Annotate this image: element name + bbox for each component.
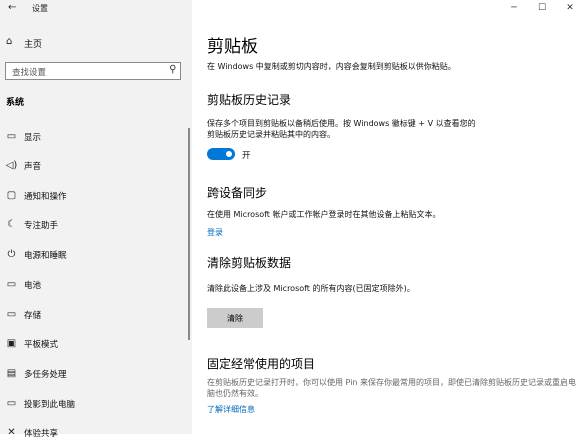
sync-description: 在使用 Microsoft 帐户或工作帐户登录时在其他设备上粘贴文本。 xyxy=(207,210,441,219)
sound-icon: ◁) xyxy=(5,160,18,171)
sign-in-link[interactable]: 登录 xyxy=(207,227,223,238)
history-toggle[interactable] xyxy=(207,148,235,160)
history-toggle-state: 开 xyxy=(242,151,251,161)
app-title: 设置 xyxy=(32,4,48,13)
battery-icon: ▭ xyxy=(6,279,17,290)
section-heading: 系统 xyxy=(6,98,25,108)
sidebar-item-label: 专注助手 xyxy=(24,221,59,231)
sidebar-item-label: 存储 xyxy=(24,311,42,321)
sidebar-item-multitasking[interactable]: ▤ 多任务处理 xyxy=(0,363,188,385)
intro-text: 在 Windows 中复制或剪切内容时，内容会复制到剪贴板以供你粘贴。 xyxy=(207,62,456,71)
shared-experiences-icon: ✕ xyxy=(7,427,16,438)
sidebar-item-storage[interactable]: ▭ 存储 xyxy=(0,304,188,326)
pinned-description: 在剪贴板历史记录打开时，你可以使用 Pin 来保存你最常用的项目，即使已清除剪贴… xyxy=(207,378,577,398)
sidebar-item-tablet-mode[interactable]: ▣ 平板模式 xyxy=(0,333,188,355)
focus-assist-icon: ☾ xyxy=(7,219,16,230)
sidebar-item-projecting[interactable]: ▭ 投影到此电脑 xyxy=(0,393,188,415)
sidebar-scrollbar[interactable] xyxy=(188,128,190,340)
sync-heading: 跨设备同步 xyxy=(207,186,268,200)
home-label: 主页 xyxy=(24,40,43,50)
sidebar-item-label: 投影到此电脑 xyxy=(24,400,76,410)
main-content: 剪贴板 在 Windows 中复制或剪切内容时，内容会复制到剪贴板以供你粘贴。 … xyxy=(192,0,588,434)
sidebar-item-shared-experiences[interactable]: ✕ 体验共享 xyxy=(0,422,188,444)
sidebar-item-label: 电池 xyxy=(24,281,42,291)
search-icon[interactable]: ⚲ xyxy=(169,64,176,75)
sidebar-item-sound[interactable]: ◁) 声音 xyxy=(0,155,188,177)
pinned-heading: 固定经常使用的项目 xyxy=(207,357,316,371)
sidebar-item-power[interactable]: ⏻ 电源和睡眠 xyxy=(0,244,188,266)
home-icon: ⌂ xyxy=(6,36,13,47)
power-icon: ⏻ xyxy=(7,249,16,260)
sidebar-item-battery[interactable]: ▭ 电池 xyxy=(0,274,188,296)
clear-heading: 清除剪贴板数据 xyxy=(207,256,292,270)
back-arrow-icon[interactable]: ← xyxy=(8,2,16,13)
clear-description: 清除此设备上涉及 Microsoft 的所有内容(已固定项除外)。 xyxy=(207,284,415,293)
multitasking-icon: ▤ xyxy=(6,368,17,379)
sidebar-item-notifications[interactable]: ▢ 通知和操作 xyxy=(0,185,188,207)
notifications-icon: ▢ xyxy=(6,190,17,201)
home-nav-item[interactable]: ⌂ 主页 xyxy=(6,36,186,50)
display-icon: ▭ xyxy=(6,131,17,142)
clear-button[interactable]: 清除 xyxy=(207,308,263,328)
sidebar-item-focus-assist[interactable]: ☾ 专注助手 xyxy=(0,214,188,236)
sidebar-item-label: 声音 xyxy=(24,162,42,172)
sidebar-item-label: 平板模式 xyxy=(24,340,59,350)
search-input[interactable]: 查找设置 ⚲ xyxy=(5,62,181,80)
learn-more-link[interactable]: 了解详细信息 xyxy=(207,404,255,415)
sidebar-item-display[interactable]: ▭ 显示 xyxy=(0,126,188,148)
sidebar-item-label: 通知和操作 xyxy=(24,192,67,202)
sidebar-item-label: 电源和睡眠 xyxy=(24,251,67,261)
history-heading: 剪贴板历史记录 xyxy=(207,93,292,107)
sidebar: ← 设置 ⌂ 主页 查找设置 ⚲ 系统 ▭ 显示 ◁) 声音 ▢ 通知和操作 ☾… xyxy=(0,0,192,439)
search-placeholder: 查找设置 xyxy=(12,68,47,78)
storage-icon: ▭ xyxy=(6,309,17,320)
sidebar-item-label: 体验共享 xyxy=(24,429,59,439)
projecting-icon: ▭ xyxy=(6,398,17,409)
page-title: 剪贴板 xyxy=(207,37,258,57)
sidebar-item-label: 多任务处理 xyxy=(24,370,67,380)
history-description: 保存多个项目到剪贴板以备稍后使用。按 Windows 徽标键 + V 以查看您的… xyxy=(207,119,476,139)
sidebar-item-label: 显示 xyxy=(24,133,42,143)
tablet-mode-icon: ▣ xyxy=(6,338,17,349)
titlebar-left: ← 设置 xyxy=(0,0,192,16)
